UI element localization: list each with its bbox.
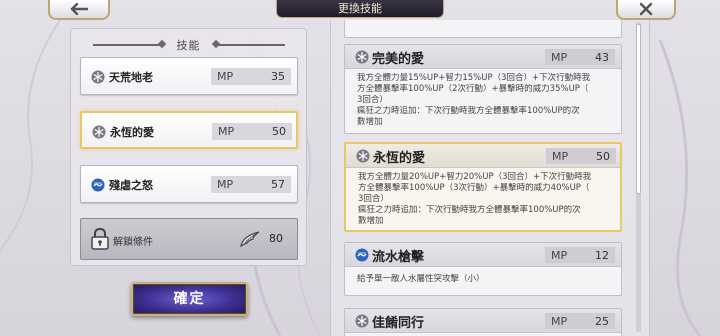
mp-value: 43 [595,50,609,64]
desc-line: 數增加 [357,117,383,127]
scrollbar-thumb[interactable] [636,24,641,194]
unlock-label: 解鎖條件 [113,237,153,248]
snowflake-icon [355,50,369,64]
desc-line: 瘋狂之力時追加：下次行動時我方全體暴擊率100%UP的次 [357,106,580,116]
desc-line: 方全體暴擊率100%UP（2次行動）+暴擊時的威力35%UP（ [357,84,589,94]
desc-line: 給予單一敵人水屬性突攻擊（小） [357,274,485,284]
mp-cost: MP 12 [545,247,615,263]
close-icon [639,2,653,16]
mp-cost: MP 25 [545,313,615,329]
water-icon [355,248,369,262]
ornament-left [92,44,163,46]
mp-value: 57 [271,178,285,191]
skill-card-3[interactable]: 流水槍擊 MP 12 給予單一敵人水屬性突攻擊（小） [344,242,622,296]
desc-line: 方全體暴擊率100%UP（3次行動）+暴擊時的威力40%UP（ [358,183,590,193]
skill-card-partial-top [344,20,622,38]
skill-card-1[interactable]: 完美的愛 MP 43 我方全體力量15%UP+智力15%UP（3回合）+下次行動… [344,44,622,134]
skill-description: 我方全體力量20%UP+智力20%UP（3回合）+下次行動時我 方全體暴擊率10… [346,168,620,227]
skill-card-2[interactable]: 永恆的愛 MP 50 我方全體力量20%UP+智力20%UP（3回合）+下次行動… [344,142,622,232]
mp-cost: MP 43 [545,49,615,65]
mp-value: 50 [272,125,286,138]
mp-label: MP [551,314,568,328]
close-button[interactable] [616,0,676,20]
page-title: 更換技能 [276,0,444,18]
desc-line: 我方全體力量20%UP+智力20%UP（3回合）+下次行動時我 [358,172,592,182]
wing-icon [240,231,260,248]
panel-header: 技能 [71,37,306,53]
skill-name: 完美的愛 [372,52,425,67]
snowflake-icon [91,70,105,84]
mp-label: MP [552,149,569,163]
unlock-value: 80 [269,232,283,245]
card-header: 完美的愛 MP 43 [345,45,621,69]
mp-value: 12 [595,248,609,262]
skill-slot-2[interactable]: 永恆的愛 MP 50 [80,111,298,149]
mp-label: MP [217,70,234,83]
card-header: 永恆的愛 MP 50 [346,144,620,168]
skill-card-4[interactable]: 佳餚同行 MP 25 [344,308,622,336]
mp-value: 25 [595,314,609,328]
snowflake-icon [92,125,106,139]
desc-line: 數增加 [358,216,384,226]
skill-slot-3[interactable]: 殘虐之怒 MP 57 [80,165,298,203]
mp-value: 50 [596,149,610,163]
mp-label: MP [551,50,568,64]
mp-cost: MP 50 [212,123,292,140]
arrow-left-icon [70,3,88,15]
skill-name: 永恆的愛 [373,151,426,166]
skill-slot-1[interactable]: 天荒地老 MP 35 [80,57,298,95]
confirm-button[interactable]: 確定 [131,282,248,316]
skill-description: 給予單一敵人水屬性突攻擊（小） [345,267,621,285]
skill-slot-name: 永恆的愛 [110,126,154,139]
snowflake-icon [356,149,370,163]
desc-line: 3回合） [357,95,388,105]
skill-description: 我方全體力量15%UP+智力15%UP（3回合）+下次行動時我 方全體暴擊率10… [345,69,621,128]
equipped-skills-panel: 技能 天荒地老 MP 35 永恆的愛 MP 50 殘虐之怒 MP 57 解鎖條件… [70,28,307,266]
mp-cost: MP 50 [546,148,616,164]
card-header: 流水槍擊 MP 12 [345,243,621,267]
card-header: 佳餚同行 MP 25 [345,309,621,333]
lock-icon [91,228,109,250]
snowflake-icon [355,314,369,328]
unlock-condition-slot[interactable]: 解鎖條件 80 [80,218,298,260]
mp-cost: MP 35 [211,68,291,85]
mp-label: MP [217,178,234,191]
water-icon [91,178,105,192]
mp-label: MP [551,248,568,262]
skill-name: 流水槍擊 [372,250,425,265]
mp-cost: MP 57 [211,176,291,193]
skill-name: 佳餚同行 [372,316,425,331]
panel-title: 技能 [176,39,201,52]
desc-line: 瘋狂之力時追加：下次行動時我方全體暴擊率100%UP的次 [358,205,581,215]
desc-line: 3回合） [358,194,389,204]
mp-label: MP [218,125,235,138]
desc-line: 我方全體力量15%UP+智力15%UP（3回合）+下次行動時我 [357,73,591,83]
skill-slot-name: 天荒地老 [109,71,153,84]
ornament-right [214,44,285,46]
mp-value: 35 [271,70,285,83]
back-button[interactable] [48,0,110,20]
skill-slot-name: 殘虐之怒 [109,179,153,192]
